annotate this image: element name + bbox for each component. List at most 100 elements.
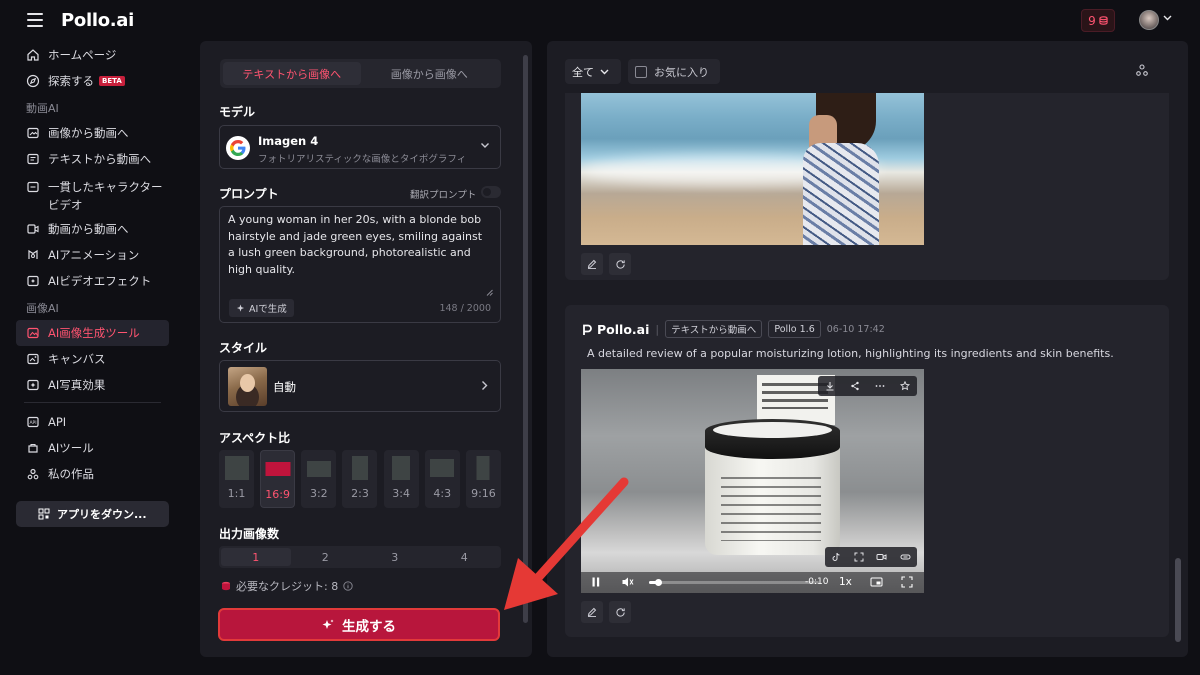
sidebar-item-ai-animation[interactable]: AIアニメーション xyxy=(16,242,169,268)
fullscreen-icon[interactable] xyxy=(901,576,913,588)
resize-handle-icon[interactable] xyxy=(486,289,493,296)
sidebar-item-character-video[interactable]: 一貫したキャラクタービデオ xyxy=(16,172,169,216)
prompt-textarea[interactable]: A young woman in her 20s, with a blonde … xyxy=(219,206,501,323)
count-option-2[interactable]: 2 xyxy=(291,548,361,566)
brand-logo[interactable]: Pollo.ai xyxy=(61,10,134,31)
separator: | xyxy=(655,322,660,336)
sidebar-item-ai-tools[interactable]: AIツール xyxy=(16,435,169,461)
pause-icon[interactable] xyxy=(591,576,601,588)
generate-button[interactable]: 生成する xyxy=(218,608,500,641)
tiktok-icon[interactable] xyxy=(831,552,841,562)
progress-knob[interactable] xyxy=(654,579,662,586)
sidebar-item-ai-video-effect[interactable]: AIビデオエフェクト xyxy=(16,268,169,294)
chevron-down-icon xyxy=(481,143,489,148)
info-icon[interactable] xyxy=(343,581,353,591)
user-avatar[interactable] xyxy=(1139,10,1159,30)
tab-image-to-image[interactable]: 画像から画像へ xyxy=(361,62,499,85)
share-group-icon[interactable] xyxy=(1135,63,1149,77)
sidebar-item-ai-photo-effect[interactable]: AI写真効果 xyxy=(16,372,169,398)
sidebar-item-label: AI画像生成ツール xyxy=(48,326,140,340)
playback-speed[interactable]: 1x xyxy=(839,576,852,588)
mute-icon[interactable] xyxy=(621,576,634,588)
sidebar-item-canvas[interactable]: キャンバス xyxy=(16,346,169,372)
generate-label: 生成する xyxy=(342,618,396,635)
tab-text-to-image[interactable]: テキストから画像へ xyxy=(223,62,361,85)
required-credits: 必要なクレジット: 8 xyxy=(221,578,353,594)
sparkle-icon xyxy=(236,303,245,312)
regenerate-button[interactable] xyxy=(609,601,631,623)
coin-stack-icon xyxy=(1099,16,1108,25)
aspect-label: 1:1 xyxy=(227,487,246,500)
fullscreen-focus-icon[interactable] xyxy=(854,552,864,562)
credits-count: 9 xyxy=(1088,13,1096,28)
prompt-text[interactable]: A young woman in her 20s, with a blonde … xyxy=(228,212,490,278)
results-panel: 全て お気に入り Pollo.ai | テキストから動画へ Pollo 1.6 … xyxy=(547,41,1188,657)
chevron-down-icon[interactable] xyxy=(1163,15,1172,21)
favorites-filter[interactable]: お気に入り xyxy=(628,59,720,84)
credits-badge[interactable]: 9 xyxy=(1081,9,1115,32)
image-detail-dress xyxy=(803,143,879,245)
sidebar-item-text-to-video[interactable]: テキストから動画へ xyxy=(16,146,169,172)
scrollbar-thumb[interactable] xyxy=(523,55,528,623)
works-icon xyxy=(27,468,39,480)
count-option-1[interactable]: 1 xyxy=(221,548,291,566)
aspect-option-3-2[interactable]: 3:2 xyxy=(301,450,337,508)
canvas-icon xyxy=(27,353,39,365)
star-icon[interactable] xyxy=(899,381,910,391)
sidebar-item-ai-image-generator[interactable]: AI画像生成ツール xyxy=(16,320,169,346)
filter-select[interactable]: 全て xyxy=(565,59,621,84)
download-icon[interactable] xyxy=(825,381,835,391)
favorites-checkbox[interactable] xyxy=(635,65,647,78)
aspect-ratio-options: 1:1 16:9 3:2 2:3 3:4 4:3 9:16 xyxy=(219,450,501,508)
aspect-option-2-3[interactable]: 2:3 xyxy=(342,450,378,508)
more-icon[interactable] xyxy=(875,381,885,391)
sidebar-item-explore[interactable]: 探索する BETA xyxy=(16,68,169,94)
mode-tabs: テキストから画像へ 画像から画像へ xyxy=(220,59,501,88)
sidebar-item-image-to-video[interactable]: 画像から動画へ xyxy=(16,120,169,146)
regenerate-button[interactable] xyxy=(609,253,631,275)
brand-logo: Pollo.ai xyxy=(581,322,649,337)
aspect-shape xyxy=(430,459,455,477)
style-select[interactable]: 自動 xyxy=(219,360,501,412)
sidebar-item-video-to-video[interactable]: 動画から動画へ xyxy=(16,216,169,242)
tools-icon xyxy=(28,443,38,453)
generated-image-beach[interactable] xyxy=(581,93,924,245)
sidebar-item-api[interactable]: API API xyxy=(16,409,169,435)
results-scrollbar[interactable] xyxy=(1175,46,1181,642)
sparkle-icon xyxy=(322,619,334,629)
edit-button[interactable] xyxy=(581,601,603,623)
model-select[interactable]: Imagen 4 フォトリアリスティックな画像とタイポグラフィ xyxy=(219,125,501,169)
aspect-option-3-4[interactable]: 3:4 xyxy=(383,450,419,508)
ai-generate-button[interactable]: AIで生成 xyxy=(229,299,294,317)
link-icon[interactable] xyxy=(900,552,911,562)
menu-icon[interactable] xyxy=(27,13,43,27)
aspect-option-1-1[interactable]: 1:1 xyxy=(219,450,254,508)
camera-icon[interactable] xyxy=(876,552,887,562)
count-option-4[interactable]: 4 xyxy=(430,548,500,566)
pip-icon[interactable] xyxy=(870,576,883,588)
sidebar-item-label: AIビデオエフェクト xyxy=(48,274,152,288)
sidebar-divider xyxy=(24,402,161,403)
count-option-3[interactable]: 3 xyxy=(360,548,430,566)
share-icon[interactable] xyxy=(850,381,860,391)
download-app-button[interactable]: アプリをダウン... xyxy=(16,501,169,527)
scrollbar-thumb[interactable] xyxy=(1175,558,1181,642)
aspect-option-9-16[interactable]: 9:16 xyxy=(465,450,501,508)
output-count-options: 1 2 3 4 xyxy=(219,546,501,568)
filter-value: 全て xyxy=(572,65,594,79)
video-progress-bar[interactable] xyxy=(649,579,819,586)
sidebar-item-label: AI写真効果 xyxy=(48,378,106,392)
edit-button[interactable] xyxy=(581,253,603,275)
sidebar-item-my-works[interactable]: 私の作品 xyxy=(16,461,169,487)
aspect-option-16-9[interactable]: 16:9 xyxy=(260,450,296,508)
text-video-icon xyxy=(27,153,39,165)
generated-video-player[interactable]: -0:10 1x xyxy=(581,369,924,593)
sidebar-item-home[interactable]: ホームページ xyxy=(16,42,169,68)
translate-toggle[interactable] xyxy=(481,186,501,198)
generator-scrollbar[interactable] xyxy=(523,55,528,655)
aspect-option-4-3[interactable]: 4:3 xyxy=(424,450,460,508)
download-app-label: アプリをダウン... xyxy=(57,508,147,521)
coin-stack-icon xyxy=(222,581,230,591)
refresh-icon xyxy=(615,607,625,617)
aspect-shape xyxy=(306,461,331,477)
